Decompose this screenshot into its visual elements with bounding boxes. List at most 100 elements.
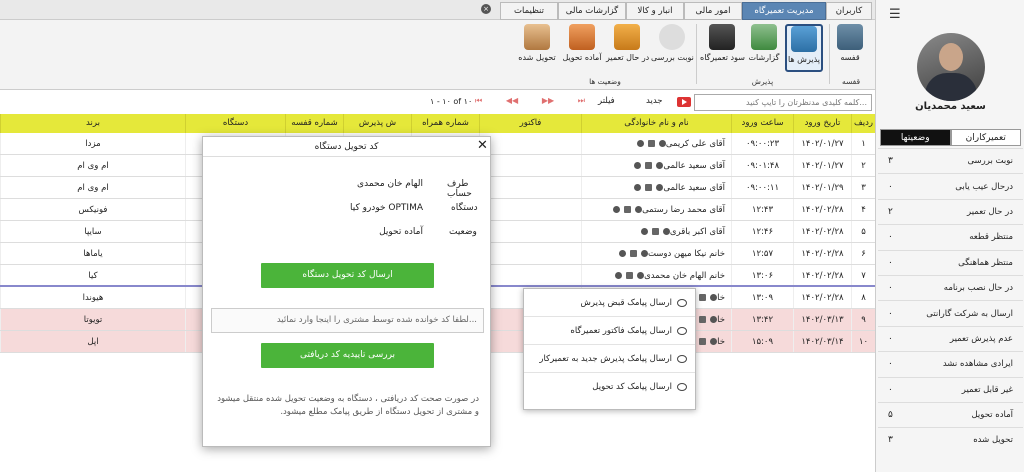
info-icon[interactable] [634,184,642,191]
sms-new-admission-item[interactable]: ارسال پیامک پذیرش جدید به تعمیرکار [524,345,695,373]
top-tab-bar: کاربران مدیریت تعمیرگاه امور مالی انبار … [0,0,875,20]
sidebar-status-item[interactable]: تحویل شده ۳ [878,427,1023,453]
print-icon[interactable] [651,228,659,235]
status-review-queue-button[interactable]: نوبت بررسی [651,24,694,72]
cell-text: خانم الهام خان محمدی [644,271,725,281]
cell-text: ۰۹:۰۰:۲۳ [745,139,780,149]
chat-icon[interactable] [640,250,648,257]
tab-users[interactable]: کاربران [826,2,872,20]
col-mobile[interactable]: شماره همراه [411,114,479,133]
tab-finance[interactable]: امور مالی [684,2,742,20]
sidebar-status-item[interactable]: ایرادی مشاهده نشد ۰ [878,351,1023,377]
print-icon[interactable] [626,272,634,279]
last-page-icon[interactable]: ⏮ [475,96,482,109]
tab-statuses[interactable]: وضعیتها [880,129,951,146]
send-delivery-code-button[interactable]: ارسال کد تحویل دستگاه [261,263,434,288]
info-icon[interactable] [634,162,642,169]
col-brand[interactable]: برند [0,114,185,133]
table-cell: ۰۹:۰۱:۴۸ [731,155,793,176]
admissions-button[interactable]: پذیرش ها [785,24,823,72]
status-delivered-button[interactable]: تحویل شده [516,24,558,72]
sidebar-status-item[interactable]: آماده تحویل ۵ [878,401,1023,428]
user-name: سعید محمدیان [915,101,986,112]
info-icon[interactable] [640,228,648,235]
verify-code-button[interactable]: بررسی تاییدیه کد دریافتی [261,343,434,368]
cell-text: ۱۴۰۲/۰۱/۲۷ [801,139,844,149]
sidebar-status-item[interactable]: منتظر هماهنگی ۰ [878,249,1023,275]
sidebar-tabs: تعمیرکاران وضعیتها [880,129,1021,146]
sidebar-status-item[interactable]: درحال عیب یابی ۰ [878,173,1023,199]
next-page-icon[interactable]: ◀◀ [506,96,518,109]
tab-financial-reports[interactable]: گزارشات مالی [558,2,626,20]
print-icon[interactable] [645,162,653,169]
status-ready-button[interactable]: آماده تحویل [560,24,604,72]
close-icon[interactable]: ✕ [477,138,488,154]
status-under-repair-button[interactable]: در حال تعمیر [606,24,649,72]
print-icon[interactable] [645,184,653,191]
col-entry-date[interactable]: تاریخ ورود [793,114,851,133]
info-icon[interactable] [636,140,644,147]
print-icon[interactable] [629,250,637,257]
first-page-icon[interactable]: ⏭ [578,96,585,109]
new-button[interactable]: جدید [646,96,663,106]
col-device[interactable]: دستگاه [185,114,285,133]
label-status: وضعیت [449,227,477,237]
sidebar-status-item[interactable]: غیر قابل تعمیر ۰ [878,376,1023,402]
chat-icon[interactable] [662,228,670,235]
info-icon[interactable] [613,206,621,213]
table-cell: ۲ [851,155,875,176]
sms-receipt-item[interactable]: ارسال پیامک قبض پذیرش [524,289,695,317]
info-icon[interactable] [618,250,626,257]
garage-profit-button[interactable]: سود تعمیرگاه [700,24,745,72]
search-input[interactable]: کلمه کلیدی مدنظرتان را تایپ کنید... [694,94,872,111]
tab-garage-management[interactable]: مدیریت تعمیرگاه [742,2,826,20]
col-shelf-no[interactable]: شماره قفسه [285,114,343,133]
chat-icon[interactable] [658,140,666,147]
hamburger-menu-icon[interactable]: ☰ [889,8,903,21]
sidebar-status-item[interactable]: نوبت بررسی ۳ [878,148,1023,174]
reports-button[interactable]: گزارشات [746,24,782,72]
sms-delivery-code-item[interactable]: ارسال پیامک کد تحویل [524,373,695,401]
play-icon[interactable] [677,97,691,107]
delivery-code-input[interactable]: لطفا کد خوانده شده توسط مشتری را اینجا و… [211,308,484,333]
tab-inventory[interactable]: انبار و کالا [626,2,684,20]
sidebar-status-item[interactable]: در حال نصب برنامه ۰ [878,274,1023,301]
filter-button[interactable]: فیلتر [598,96,615,106]
admissions-icon [791,26,817,52]
delivered-box-icon [524,24,550,50]
sidebar-status-item[interactable]: در حال تعمیر ۲ [878,198,1023,225]
status-count: ۰ [888,308,893,319]
table-cell: هیوندا [0,287,185,308]
tab-technicians[interactable]: تعمیرکاران [950,129,1021,146]
col-full-name[interactable]: نام و نام خانوادگی [581,114,731,133]
print-icon[interactable] [699,294,707,301]
cell-text: خانم نیکا میهن دوست [647,249,725,259]
shelf-button[interactable]: قفسه [832,24,868,72]
col-invoice[interactable]: فاکتور [479,114,581,133]
info-icon[interactable] [615,272,623,279]
col-row[interactable]: ردیف [851,114,875,133]
print-icon[interactable] [624,206,632,213]
table-cell: خانم الهام خان محمدی [581,265,731,285]
table-cell [479,243,581,264]
table-cell: ۹ [851,309,875,330]
modal-note: در صورت صحت کد دریافتی ، دستگاه به وضعیت… [217,394,479,417]
print-icon[interactable] [699,338,707,345]
cell-text: آقای محمد رضا رستمی [642,205,725,215]
main-area: کاربران مدیریت تعمیرگاه امور مالی انبار … [0,0,875,472]
print-icon[interactable] [647,140,655,147]
avatar [917,33,985,101]
print-icon[interactable] [699,316,707,323]
sidebar-status-item[interactable]: عدم پذیرش تعمیر ۰ [878,325,1023,352]
tab-settings[interactable]: تنظیمات [500,2,558,20]
table-cell: آقای سعید عالمی [581,155,731,176]
sidebar-status-item[interactable]: منتظر قطعه ۰ [878,224,1023,250]
col-entry-time[interactable]: ساعت ورود [731,114,793,133]
close-icon[interactable]: × [481,4,491,14]
sidebar-status-item[interactable]: ارسال به شرکت گارانتی ۰ [878,300,1023,326]
sms-invoice-item[interactable]: ارسال پیامک فاکتور تعمیرگاه [524,317,695,345]
cell-text: آقای اکبر باقری [669,227,725,237]
status-count: ۰ [888,257,893,268]
col-admission-no[interactable]: ش پذیرش [343,114,411,133]
prev-page-icon[interactable]: ▶▶ [542,96,554,109]
